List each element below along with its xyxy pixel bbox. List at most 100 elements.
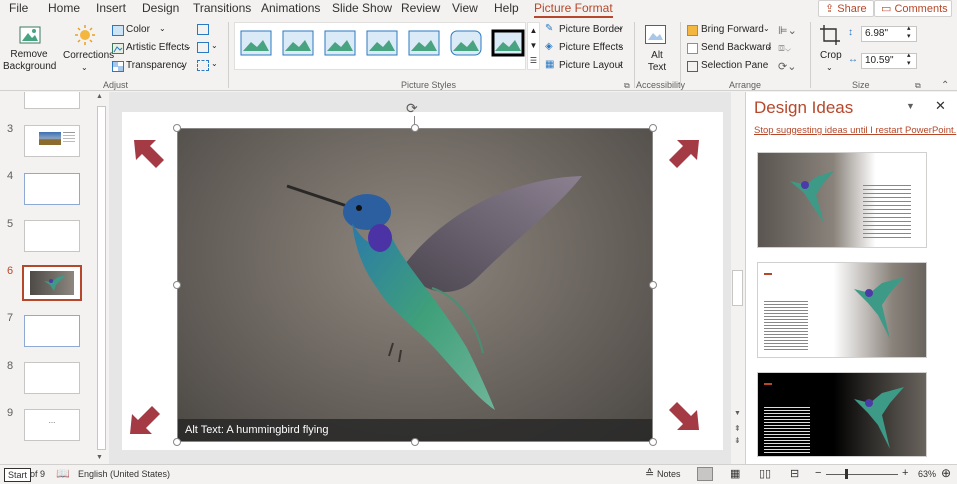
picture-style-option[interactable] [491,29,525,57]
gallery-more-icon[interactable]: ☰ [528,53,539,68]
gallery-scroll[interactable]: ▲ ▼ ☰ [527,22,540,70]
pane-options-icon[interactable]: ▼ [906,101,915,111]
arrow-top-right-icon [669,140,699,168]
scroll-up-icon[interactable]: ▲ [96,93,103,100]
next-slide-icon[interactable]: ⇟ [734,436,741,445]
design-idea-accent [764,273,772,275]
crop-button[interactable]: Crop ⌄ [815,22,845,77]
picture-style-option[interactable] [282,30,314,56]
tab-help[interactable]: Help [494,1,519,15]
corrections-button[interactable]: Corrections ⌄ [60,22,114,77]
picture-style-option[interactable] [366,30,398,56]
divider [810,22,811,88]
zoom-slider-thumb[interactable] [845,469,848,479]
slide-thumbnail-4[interactable] [24,173,80,205]
dialog-launcher-icon[interactable]: ⧉ [915,81,921,91]
compress-pictures-icon[interactable] [197,24,209,35]
zoom-level[interactable]: 63% [918,469,936,479]
picture-style-option[interactable] [324,30,356,56]
picture-style-option[interactable] [240,30,272,56]
divider [680,22,681,88]
resize-handle[interactable] [173,124,181,132]
slide-scrollbar[interactable]: ▼ ⇞ ⇟ [731,92,745,464]
slide-sorter-icon[interactable]: ▦ [730,467,740,480]
chevron-down-icon: ⌄ [763,24,770,33]
normal-view-icon[interactable] [697,467,713,481]
collapse-ribbon-icon[interactable]: ⌃ [941,80,949,91]
resize-handle[interactable] [173,281,181,289]
resize-handle[interactable] [649,438,657,446]
resize-handle[interactable] [173,438,181,446]
notes-icon[interactable]: ≙ [645,467,654,480]
tab-transitions[interactable]: Transitions [193,1,251,15]
tab-file[interactable]: File [9,1,28,15]
change-picture-icon[interactable] [197,42,209,53]
design-ideas-title: Design Ideas [754,98,854,117]
scroll-thumb[interactable] [732,270,743,306]
stop-suggesting-link[interactable]: Stop suggesting ideas until I restart Po… [754,125,956,136]
tab-picture-format[interactable]: Picture Format [534,1,613,18]
align-icon[interactable]: ⊫⌄ [778,24,797,37]
design-idea-3[interactable] [757,372,927,457]
zoom-slider-track[interactable] [826,474,898,475]
slide-thumbnail-7[interactable] [24,315,80,347]
slide-thumbnail-3[interactable] [24,125,80,157]
zoom-in-icon[interactable]: + [902,467,908,479]
tab-home[interactable]: Home [48,1,80,15]
height-input[interactable]: 6.98" ▴ ▾ [861,25,917,42]
tab-animations[interactable]: Animations [261,1,320,15]
tab-review[interactable]: Review [401,1,440,15]
tab-slide-show[interactable]: Slide Show [332,1,392,15]
tab-design[interactable]: Design [142,1,179,15]
resize-handle[interactable] [649,124,657,132]
hummingbird-picture[interactable]: Alt Text: A hummingbird flying [177,128,653,442]
rotate-handle-icon[interactable]: ⟳ [406,100,418,117]
close-icon[interactable]: ✕ [935,98,946,114]
tab-insert[interactable]: Insert [96,1,126,15]
share-button[interactable]: ⇪ Share [818,0,874,17]
reset-picture-icon[interactable] [197,60,209,71]
slide-thumbnail-5[interactable] [24,220,80,252]
design-idea-text-lines [764,407,810,455]
zoom-out-icon[interactable]: − [815,467,821,479]
alt-text-button[interactable]: Alt Text [640,22,672,77]
scroll-down-icon[interactable]: ▼ [734,410,741,417]
dialog-launcher-icon[interactable]: ⧉ [624,81,630,91]
width-input[interactable]: 10.59" ▴ ▾ [861,52,917,69]
current-slide[interactable]: Alt Text: A hummingbird flying ⟳ [122,100,723,450]
slide-thumbnail-2[interactable] [24,92,80,109]
picture-style-option[interactable] [450,30,482,56]
tab-view[interactable]: View [452,1,478,15]
comments-button[interactable]: ▭ Comments [874,0,952,17]
scroll-down-icon[interactable]: ▼ [96,454,103,461]
picture-border-label: Picture Border [559,24,623,35]
spelling-check-icon[interactable]: 📖 [56,467,70,480]
scroll-thumb[interactable] [97,106,106,450]
alt-text-icon [645,25,666,44]
fit-to-window-icon[interactable]: ⊕ [941,466,951,480]
hummingbird-illustration [286,176,582,410]
slide-thumbnail-8[interactable] [24,362,80,394]
slide-show-icon[interactable]: ⊟ [790,467,799,480]
reading-view-icon[interactable]: ▯▯ [759,467,771,480]
slide-thumbnail-9[interactable]: ... [24,409,80,441]
design-idea-2[interactable] [757,262,927,358]
language-status[interactable]: English (United States) [78,469,170,479]
gallery-up-icon[interactable]: ▲ [528,23,539,38]
design-idea-1[interactable] [757,152,927,248]
resize-handle[interactable] [649,281,657,289]
notes-button[interactable]: Notes [657,469,681,479]
rotate-icon[interactable]: ⟳⌄ [778,60,796,73]
resize-handle[interactable] [411,124,419,132]
spinner-icon[interactable]: ▴ ▾ [907,25,911,41]
start-tooltip[interactable]: Start [4,468,32,482]
spinner-icon[interactable]: ▴ ▾ [907,52,911,68]
resize-handle[interactable] [411,438,419,446]
picture-style-option[interactable] [408,30,440,56]
slide-thumbnail-6[interactable] [22,265,82,301]
gallery-down-icon[interactable]: ▼ [528,38,539,53]
remove-background-button[interactable]: Remove Background [3,22,56,77]
group-icon[interactable]: ⧈⌄ [778,42,791,55]
thumbnail-scrollbar[interactable]: ▲ ▼ [96,92,107,464]
previous-slide-icon[interactable]: ⇞ [734,424,741,433]
